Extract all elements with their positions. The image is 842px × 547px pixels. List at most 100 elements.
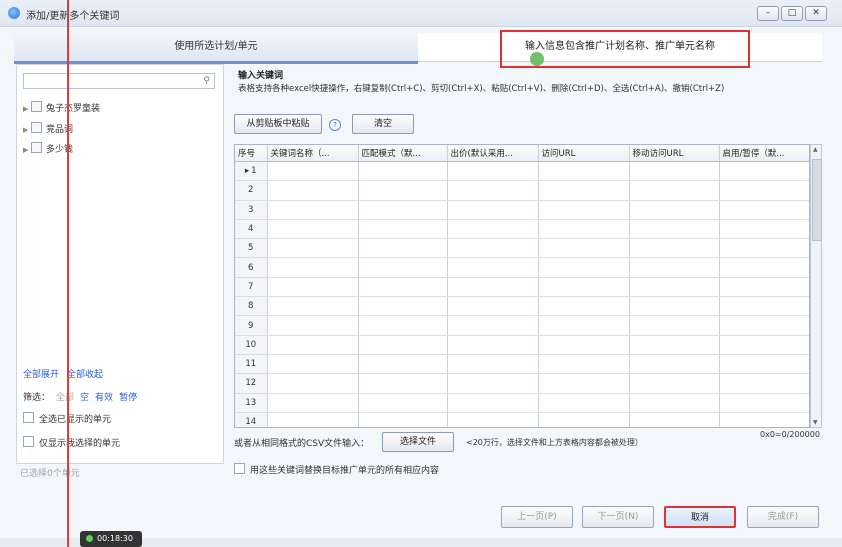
grid-cell[interactable] [719,373,809,394]
grid-cell[interactable] [719,296,809,317]
table-row[interactable]: 6 [235,257,809,278]
row-number[interactable]: 10 [235,335,268,355]
expand-arrow-icon[interactable]: ▶ [23,123,31,137]
grid-cell[interactable] [358,335,448,355]
grid-cell[interactable] [358,277,448,298]
table-row[interactable]: 7 [235,277,809,298]
grid-cell[interactable] [447,373,539,394]
grid-cell[interactable] [538,277,630,298]
column-header[interactable]: 访问URL [538,145,630,162]
grid-cell[interactable] [267,200,359,220]
column-header[interactable]: 序号 [235,145,268,162]
table-row[interactable]: ▸ 1 [235,161,809,182]
grid-cell[interactable] [629,315,720,336]
replace-option[interactable]: 用这些关键词替换目标推广单元的所有相应内容 [234,463,439,476]
grid-cell[interactable] [629,296,720,317]
show-selected-only-option[interactable]: 仅显示我选择的单元 [23,436,120,449]
grid-cell[interactable] [538,219,630,240]
row-number[interactable]: 11 [235,354,268,375]
filter-valid-link[interactable]: 有效 [95,393,113,403]
grid-cell[interactable] [447,277,539,298]
grid-cell[interactable] [358,315,448,336]
scroll-up-icon[interactable]: ▲ [813,146,818,153]
grid-cell[interactable] [629,180,720,201]
paste-clipboard-button[interactable]: 从剪贴板中粘贴 [234,114,322,134]
tree-item[interactable]: ▶ 多少钱 [23,142,73,156]
row-number[interactable]: 13 [235,393,268,413]
grid-cell[interactable] [267,180,359,201]
row-number[interactable]: 7 [235,277,268,298]
grid-cell[interactable] [267,277,359,298]
table-row[interactable]: 3 [235,200,809,220]
grid-cell[interactable] [447,296,539,317]
row-number[interactable]: ▸ 1 [235,161,268,182]
grid-cell[interactable] [267,373,359,394]
filter-all-link[interactable]: 全部 [56,393,74,403]
grid-cell[interactable] [447,238,539,259]
search-icon[interactable]: ⚲ [203,76,210,86]
filter-paused-link[interactable]: 暂停 [119,393,137,403]
grid-cell[interactable] [267,354,359,375]
grid-cell[interactable] [358,354,448,375]
grid-cell[interactable] [629,277,720,298]
tree-item[interactable]: ▶ 兔子杰罗童装 [23,101,100,115]
grid-cell[interactable] [447,180,539,201]
grid-cell[interactable] [719,219,809,240]
finish-button[interactable]: 完成(F) [747,506,819,528]
replace-checkbox[interactable] [234,463,245,474]
grid-cell[interactable] [719,277,809,298]
grid-cell[interactable] [267,161,359,182]
grid-cell[interactable] [538,180,630,201]
row-number[interactable]: 9 [235,315,268,336]
row-number[interactable]: 2 [235,180,268,201]
row-number[interactable]: 8 [235,296,268,317]
grid-cell[interactable] [358,296,448,317]
grid-scrollbar[interactable]: ▲ ▼ [810,144,822,428]
grid-cell[interactable] [719,354,809,375]
column-header[interactable]: 匹配模式（默... [358,145,448,162]
grid-cell[interactable] [719,180,809,201]
tree-checkbox[interactable] [31,142,42,153]
grid-cell[interactable] [358,238,448,259]
grid-cell[interactable] [267,219,359,240]
grid-cell[interactable] [447,315,539,336]
table-row[interactable]: 12 [235,373,809,394]
grid-cell[interactable] [447,393,539,413]
grid-cell[interactable] [629,257,720,278]
grid-cell[interactable] [538,161,630,182]
help-icon[interactable]: ? [329,119,341,131]
grid-cell[interactable] [629,373,720,394]
grid-cell[interactable] [719,257,809,278]
grid-cell[interactable] [447,412,539,427]
grid-cell[interactable] [538,257,630,278]
table-row[interactable]: 4 [235,219,809,240]
row-number[interactable]: 5 [235,238,268,259]
grid-cell[interactable] [629,354,720,375]
expand-arrow-icon[interactable]: ▶ [23,143,31,157]
table-row[interactable]: 5 [235,238,809,259]
grid-cell[interactable] [358,412,448,427]
table-row[interactable]: 14 [235,412,809,427]
expand-all-link[interactable]: 全部展开 [23,370,59,380]
table-row[interactable]: 2 [235,180,809,201]
grid-cell[interactable] [629,412,720,427]
tree-checkbox[interactable] [31,101,42,112]
grid-cell[interactable] [358,180,448,201]
grid-cell[interactable] [358,393,448,413]
column-header[interactable]: 出价(默认采用... [447,145,539,162]
table-row[interactable]: 9 [235,315,809,336]
grid-cell[interactable] [267,257,359,278]
grid-cell[interactable] [447,200,539,220]
filter-empty-link[interactable]: 空 [80,393,89,403]
grid-cell[interactable] [538,354,630,375]
grid-cell[interactable] [538,200,630,220]
grid-cell[interactable] [358,257,448,278]
grid-cell[interactable] [447,161,539,182]
close-button[interactable]: ✕ [805,6,827,21]
grid-cell[interactable] [447,257,539,278]
grid-cell[interactable] [629,200,720,220]
table-row[interactable]: 13 [235,393,809,413]
grid-cell[interactable] [358,373,448,394]
table-row[interactable]: 8 [235,296,809,317]
grid-cell[interactable] [719,238,809,259]
